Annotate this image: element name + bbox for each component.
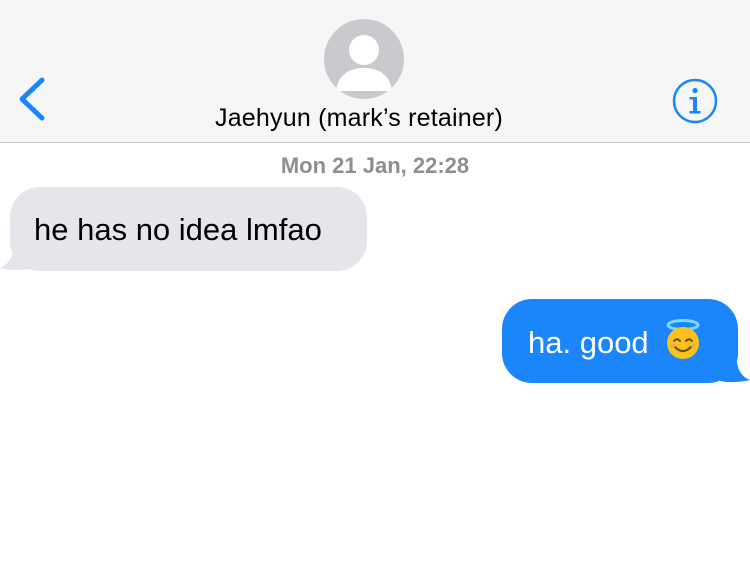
conversation-header: Jaehyun (mark’s retainer) [0, 0, 750, 143]
contact-name[interactable]: Jaehyun (mark’s retainer) [0, 104, 714, 133]
incoming-bubble-tail [0, 239, 30, 271]
contact-avatar[interactable] [324, 19, 404, 99]
outgoing-bubble-tail [720, 351, 750, 383]
info-circle-icon [672, 78, 718, 124]
outgoing-message-text: ha. good [528, 325, 649, 360]
info-button[interactable] [671, 77, 719, 125]
person-silhouette-icon [336, 35, 392, 91]
incoming-message-text: he has no idea lmfao [34, 212, 322, 247]
message-timestamp: Mon 21 Jan, 22:28 [280, 153, 470, 178]
smiling-face-with-halo-emoji [666, 319, 700, 359]
outgoing-message-bubble[interactable]: ha. good [502, 299, 750, 383]
incoming-message-bubble[interactable]: he has no idea lmfao [0, 187, 367, 271]
